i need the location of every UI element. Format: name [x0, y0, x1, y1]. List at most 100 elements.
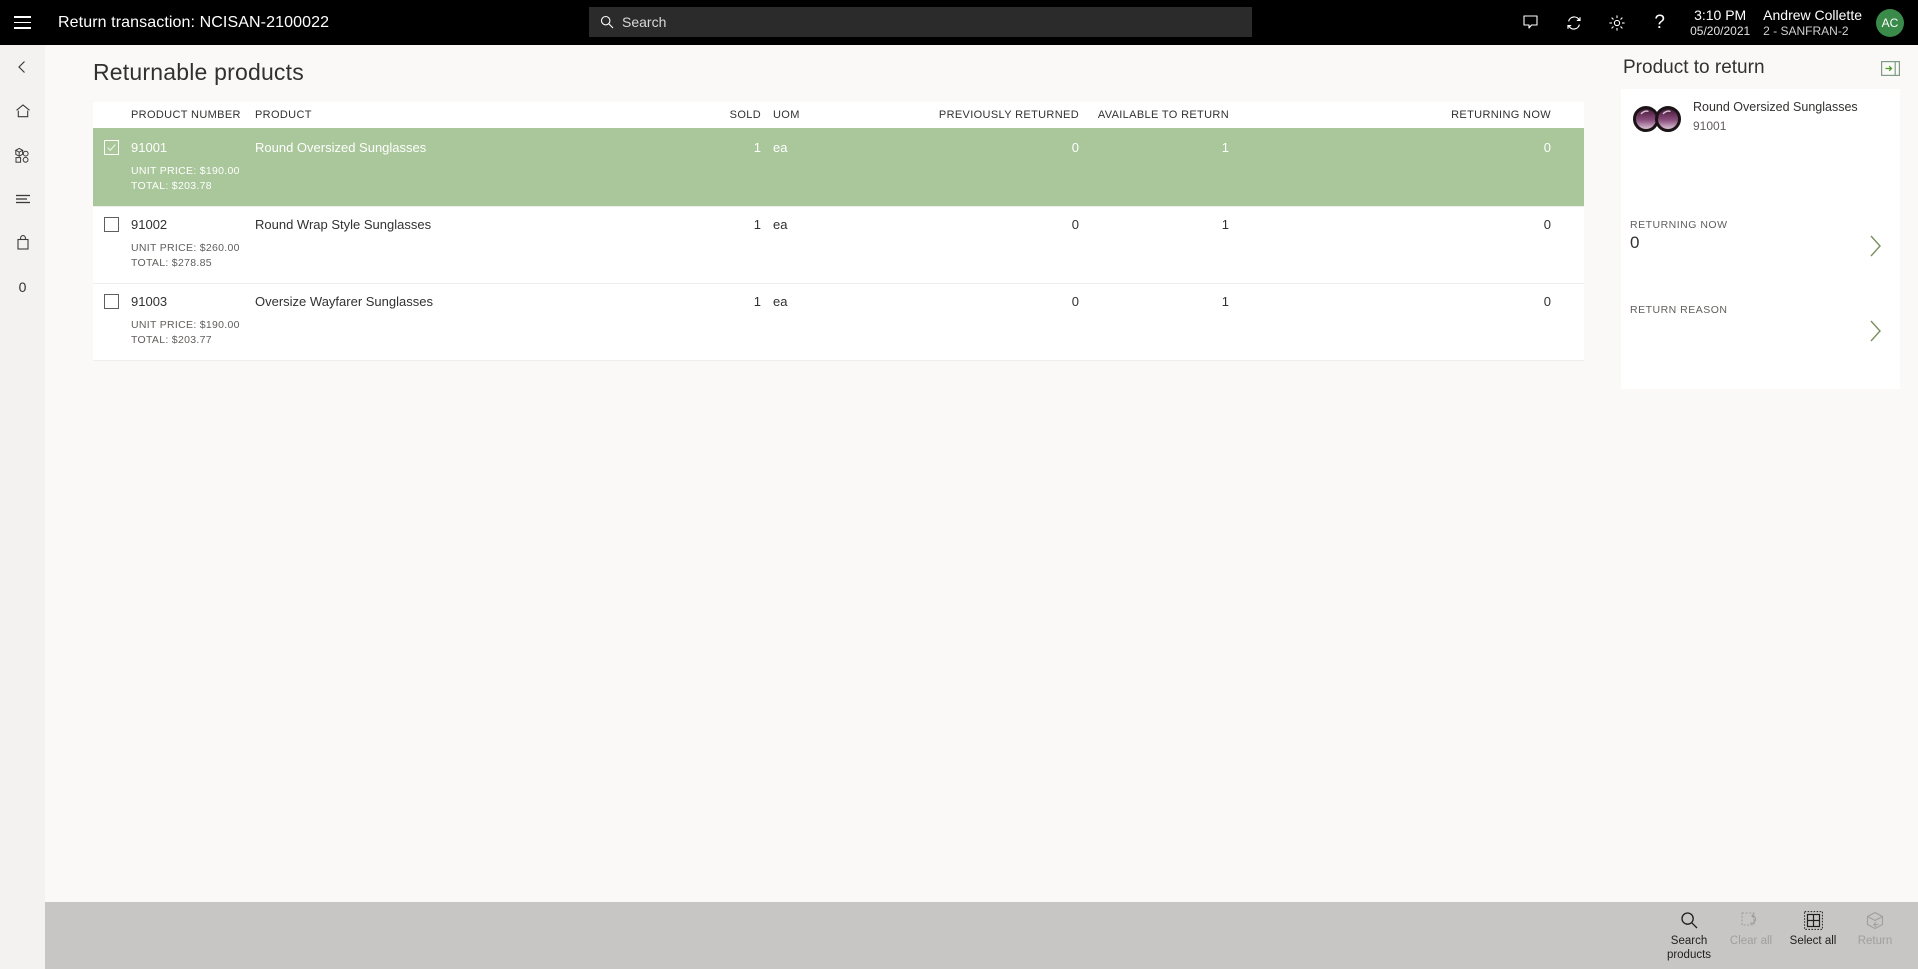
help-question-icon[interactable]: ?	[1638, 0, 1681, 45]
cell-available-to-return: 1	[1221, 293, 1229, 309]
sidebar-item-list[interactable]	[0, 177, 45, 221]
table-row[interactable]: 91002 Round Wrap Style Sunglasses 1 ea 0…	[93, 207, 1584, 284]
search-products-button[interactable]: Search products	[1658, 902, 1720, 962]
return-button: Return	[1844, 902, 1906, 948]
panel-card: Round Oversized Sunglasses 91001 RETURNI…	[1621, 89, 1900, 389]
row-details: UNIT PRICE: $260.00 TOTAL: $278.85	[93, 241, 1584, 283]
select-all-button[interactable]: Select all	[1782, 902, 1844, 948]
chevron-right-icon[interactable]	[1867, 233, 1884, 264]
sidebar-item-products[interactable]	[0, 133, 45, 177]
cell-sold: 1	[753, 216, 761, 232]
row-checkbox[interactable]	[104, 139, 119, 155]
button-label: Clear all	[1729, 935, 1773, 947]
bottom-command-bar: Search products Clear all Select all Ret…	[45, 902, 1918, 969]
product-name: Round Oversized Sunglasses	[1693, 100, 1858, 114]
field-value: 0	[1630, 233, 1640, 252]
sidebar-item-home[interactable]	[0, 89, 45, 133]
page-title: Return transaction: NCISAN-2100022	[58, 13, 330, 31]
sync-icon[interactable]	[1552, 0, 1595, 45]
user-name: Andrew Collette	[1763, 6, 1862, 23]
panel-header: Product to return	[1615, 45, 1918, 89]
cell-previously-returned: 0	[1071, 216, 1079, 232]
product-to-return-panel: Product to return Round Oversized Sungla…	[1615, 45, 1918, 902]
cell-product: Oversize Wayfarer Sunglasses	[255, 293, 433, 309]
top-app-bar: Return transaction: NCISAN-2100022 Searc…	[0, 0, 1918, 45]
column-header-available-to-return: AVAILABLE TO RETURN	[1097, 109, 1229, 121]
cell-product: Round Oversized Sunglasses	[255, 139, 427, 155]
row-checkbox[interactable]	[104, 293, 119, 309]
cell-unit-price: UNIT PRICE: $190.00	[131, 319, 240, 331]
clear-all-button: Clear all	[1720, 902, 1782, 948]
cell-product: Round Wrap Style Sunglasses	[255, 216, 432, 232]
row-details: UNIT PRICE: $190.00 TOTAL: $203.78	[93, 164, 1584, 206]
cell-total: TOTAL: $203.77	[131, 334, 212, 346]
cell-product-number: 91003	[131, 293, 168, 309]
clock: 3:10 PM 05/20/2021	[1690, 6, 1750, 40]
cell-product-number: 91002	[131, 216, 168, 232]
cell-total: TOTAL: $203.78	[131, 180, 212, 192]
user-info[interactable]: Andrew Collette 2 - SANFRAN-2	[1763, 6, 1862, 40]
avatar[interactable]: AC	[1876, 8, 1904, 37]
select-all-grid-icon	[1782, 908, 1844, 932]
cell-uom: ea	[773, 293, 788, 309]
chevron-right-icon[interactable]	[1867, 318, 1884, 349]
search-icon	[599, 14, 615, 30]
cell-unit-price: UNIT PRICE: $190.00	[131, 165, 240, 177]
button-label: Select all	[1789, 935, 1837, 947]
column-header-previously-returned: PREVIOUSLY RETURNED	[938, 109, 1079, 121]
column-header-returning-now: RETURNING NOW	[1451, 109, 1551, 121]
column-header-product: PRODUCT	[255, 109, 312, 121]
user-store: 2 - SANFRAN-2	[1763, 23, 1849, 38]
cell-returning-now: 0	[1543, 139, 1551, 155]
back-arrow-icon[interactable]	[0, 45, 45, 89]
row-details: UNIT PRICE: $190.00 TOTAL: $203.77	[93, 318, 1584, 360]
current-date: 05/20/2021	[1690, 23, 1751, 38]
cell-uom: ea	[773, 139, 788, 155]
cell-total: TOTAL: $278.85	[131, 257, 212, 269]
field-label: RETURN REASON	[1630, 304, 1728, 316]
hamburger-icon[interactable]	[0, 0, 45, 45]
cell-returning-now: 0	[1543, 216, 1551, 232]
row-checkbox-cell	[93, 293, 131, 309]
cell-previously-returned: 0	[1071, 139, 1079, 155]
selected-product: Round Oversized Sunglasses 91001	[1621, 89, 1900, 139]
table-row[interactable]: 91001 Round Oversized Sunglasses 1 ea 0 …	[93, 130, 1584, 207]
table-row[interactable]: 91003 Oversize Wayfarer Sunglasses 1 ea …	[93, 284, 1584, 361]
field-returning-now[interactable]: RETURNING NOW 0	[1630, 219, 1892, 257]
sidebar-item-cart[interactable]	[0, 221, 45, 265]
cart-count-label: 0	[18, 279, 27, 295]
column-header-product-number: PRODUCT NUMBER	[131, 109, 241, 121]
cell-available-to-return: 1	[1221, 139, 1229, 155]
search-input[interactable]: Search	[589, 7, 1252, 37]
return-box-icon	[1844, 908, 1906, 932]
cell-unit-price: UNIT PRICE: $260.00	[131, 242, 240, 254]
column-header-sold: SOLD	[729, 109, 761, 121]
button-label: Return	[1857, 935, 1893, 947]
table-header-row: PRODUCT NUMBER PRODUCT SOLD UOM PREVIOUS…	[93, 102, 1584, 130]
panel-title: Product to return	[1623, 57, 1765, 78]
cell-sold: 1	[753, 139, 761, 155]
cell-returning-now: 0	[1543, 293, 1551, 309]
sidebar-item-cart-count[interactable]: 0	[0, 265, 45, 309]
main-content: Returnable products PRODUCT NUMBER PRODU…	[45, 45, 1615, 902]
settings-gear-icon[interactable]	[1595, 0, 1638, 45]
row-checkbox[interactable]	[104, 216, 119, 232]
search-magnifier-icon	[1658, 908, 1720, 932]
current-time: 3:10 PM	[1694, 6, 1747, 23]
expand-panel-icon[interactable]	[1881, 60, 1900, 76]
cell-product-number: 91001	[131, 139, 168, 155]
row-checkbox-cell	[93, 216, 131, 232]
column-header-uom: UOM	[773, 109, 800, 121]
left-nav-rail: 0	[0, 45, 45, 902]
product-number: 91001	[1693, 119, 1727, 133]
cell-previously-returned: 0	[1071, 293, 1079, 309]
row-checkbox-cell	[93, 139, 131, 155]
feedback-icon[interactable]	[1509, 0, 1552, 45]
cell-available-to-return: 1	[1221, 216, 1229, 232]
topbar-actions: ? 3:10 PM 05/20/2021 Andrew Collette 2 -…	[1509, 0, 1918, 45]
returnable-products-table: PRODUCT NUMBER PRODUCT SOLD UOM PREVIOUS…	[93, 102, 1584, 361]
field-return-reason[interactable]: RETURN REASON	[1630, 304, 1892, 342]
section-title: Returnable products	[93, 59, 304, 85]
cell-uom: ea	[773, 216, 788, 232]
button-label: Search products	[1666, 935, 1712, 961]
